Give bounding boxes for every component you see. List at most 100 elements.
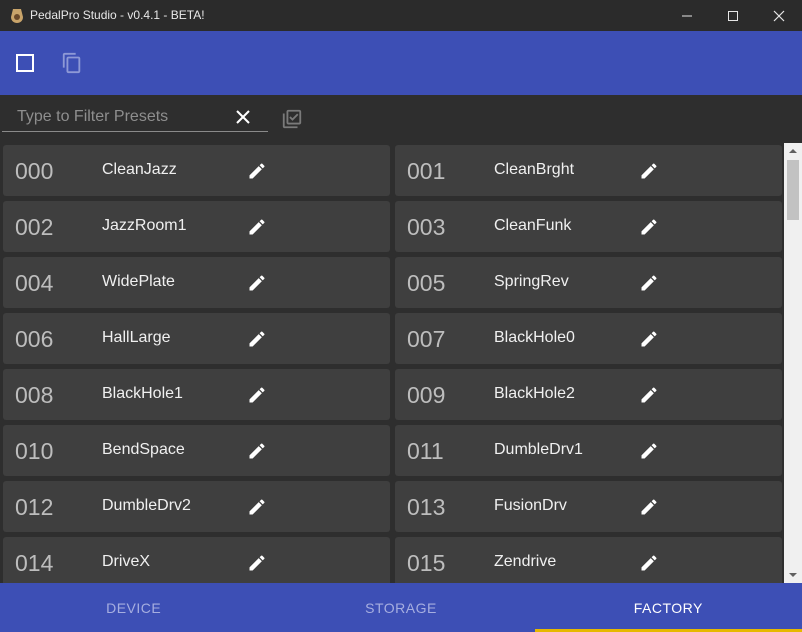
edit-preset-button[interactable] xyxy=(638,552,660,574)
preset-name: Zendrive xyxy=(494,553,557,570)
edit-preset-button[interactable] xyxy=(638,216,660,238)
preset-number: 005 xyxy=(407,270,446,296)
tab-storage[interactable]: STORAGE xyxy=(267,583,534,632)
preset-number: 003 xyxy=(407,214,446,240)
edit-preset-button[interactable] xyxy=(246,328,268,350)
edit-icon xyxy=(641,219,657,235)
edit-preset-button[interactable] xyxy=(246,552,268,574)
preset-card[interactable]: 010 BendSpace xyxy=(3,425,390,476)
edit-preset-button[interactable] xyxy=(638,384,660,406)
preset-card[interactable]: 015 Zendrive xyxy=(395,537,782,583)
app-toolbar xyxy=(0,31,802,95)
select-all-checkbox[interactable] xyxy=(11,49,39,77)
preset-card[interactable]: 011 DumbleDrv1 xyxy=(395,425,782,476)
preset-filter-input[interactable] xyxy=(2,102,268,132)
window-title: PedalPro Studio - v0.4.1 - BETA! xyxy=(30,8,205,22)
preset-card[interactable]: 014 DriveX xyxy=(3,537,390,583)
edit-preset-button[interactable] xyxy=(638,272,660,294)
edit-icon xyxy=(641,443,657,459)
maximize-icon xyxy=(728,10,738,21)
preset-name: DumbleDrv1 xyxy=(494,441,583,458)
preset-card[interactable]: 003 CleanFunk xyxy=(395,201,782,252)
edit-preset-button[interactable] xyxy=(638,440,660,462)
preset-card[interactable]: 007 BlackHole0 xyxy=(395,313,782,364)
preset-name: CleanBrght xyxy=(494,161,575,178)
maximize-button[interactable] xyxy=(710,0,756,31)
clear-filter-button[interactable] xyxy=(232,106,254,128)
select-filtered-button[interactable] xyxy=(280,107,304,131)
scrollbar[interactable] xyxy=(784,143,802,583)
scrollbar-thumb[interactable] xyxy=(787,160,799,220)
checkbox-outline-icon xyxy=(16,54,34,72)
copy-button[interactable] xyxy=(58,49,86,77)
edit-preset-button[interactable] xyxy=(638,160,660,182)
preset-card[interactable]: 009 BlackHole2 xyxy=(395,369,782,420)
bottom-navigation: DEVICE STORAGE FACTORY xyxy=(0,583,802,632)
preset-card[interactable]: 000 CleanJazz xyxy=(3,145,390,196)
edit-icon xyxy=(641,275,657,291)
edit-icon xyxy=(249,443,265,459)
preset-number: 008 xyxy=(15,382,54,408)
preset-number: 007 xyxy=(407,326,446,352)
minimize-button[interactable] xyxy=(664,0,710,31)
preset-name: BlackHole2 xyxy=(494,385,575,402)
preset-card[interactable]: 001 CleanBrght xyxy=(395,145,782,196)
title-bar: PedalPro Studio - v0.4.1 - BETA! xyxy=(0,0,802,31)
preset-number: 004 xyxy=(15,270,54,296)
edit-preset-button[interactable] xyxy=(246,272,268,294)
edit-preset-button[interactable] xyxy=(246,440,268,462)
preset-card[interactable]: 013 FusionDrv xyxy=(395,481,782,532)
preset-name: BlackHole0 xyxy=(494,329,575,346)
scroll-down-button[interactable] xyxy=(784,567,802,583)
edit-icon xyxy=(249,275,265,291)
edit-preset-button[interactable] xyxy=(246,216,268,238)
minimize-icon xyxy=(682,15,692,16)
preset-card[interactable]: 004 WidePlate xyxy=(3,257,390,308)
edit-icon xyxy=(641,331,657,347)
edit-icon xyxy=(641,163,657,179)
clear-icon xyxy=(236,110,250,124)
copy-icon xyxy=(62,52,81,74)
preset-name: DumbleDrv2 xyxy=(102,497,191,514)
edit-preset-button[interactable] xyxy=(246,496,268,518)
edit-preset-button[interactable] xyxy=(638,496,660,518)
preset-card[interactable]: 012 DumbleDrv2 xyxy=(3,481,390,532)
edit-icon xyxy=(249,499,265,515)
edit-icon xyxy=(641,387,657,403)
preset-number: 013 xyxy=(407,494,446,520)
preset-card[interactable]: 008 BlackHole1 xyxy=(3,369,390,420)
edit-preset-button[interactable] xyxy=(246,384,268,406)
close-window-button[interactable] xyxy=(756,0,802,31)
preset-name: SpringRev xyxy=(494,273,569,290)
preset-name: FusionDrv xyxy=(494,497,567,514)
tab-factory[interactable]: FACTORY xyxy=(534,583,802,632)
scroll-up-button[interactable] xyxy=(784,143,802,159)
preset-number: 006 xyxy=(15,326,54,352)
tab-label: DEVICE xyxy=(106,599,162,616)
edit-preset-button[interactable] xyxy=(638,328,660,350)
preset-card[interactable]: 006 HallLarge xyxy=(3,313,390,364)
preset-number: 000 xyxy=(15,158,54,184)
edit-icon xyxy=(249,331,265,347)
library-add-check-icon xyxy=(282,109,302,129)
preset-number: 001 xyxy=(407,158,446,184)
preset-list: 000 CleanJazz 001 CleanBrght 002 JazzRoom1 003… xyxy=(0,143,802,583)
preset-name: BlackHole1 xyxy=(102,385,183,402)
preset-number: 010 xyxy=(15,438,54,464)
arrow-up-icon xyxy=(789,149,797,153)
tab-device[interactable]: DEVICE xyxy=(0,583,267,632)
edit-icon xyxy=(641,555,657,571)
preset-number: 012 xyxy=(15,494,54,520)
edit-preset-button[interactable] xyxy=(246,160,268,182)
preset-number: 002 xyxy=(15,214,54,240)
arrow-down-icon xyxy=(789,573,797,577)
preset-name: WidePlate xyxy=(102,273,175,290)
preset-number: 015 xyxy=(407,550,446,576)
preset-name: HallLarge xyxy=(102,329,171,346)
preset-card[interactable]: 005 SpringRev xyxy=(395,257,782,308)
preset-name: CleanJazz xyxy=(102,161,177,178)
preset-card[interactable]: 002 JazzRoom1 xyxy=(3,201,390,252)
tab-label: STORAGE xyxy=(365,599,437,616)
edit-icon xyxy=(249,555,265,571)
preset-number: 011 xyxy=(407,438,444,464)
